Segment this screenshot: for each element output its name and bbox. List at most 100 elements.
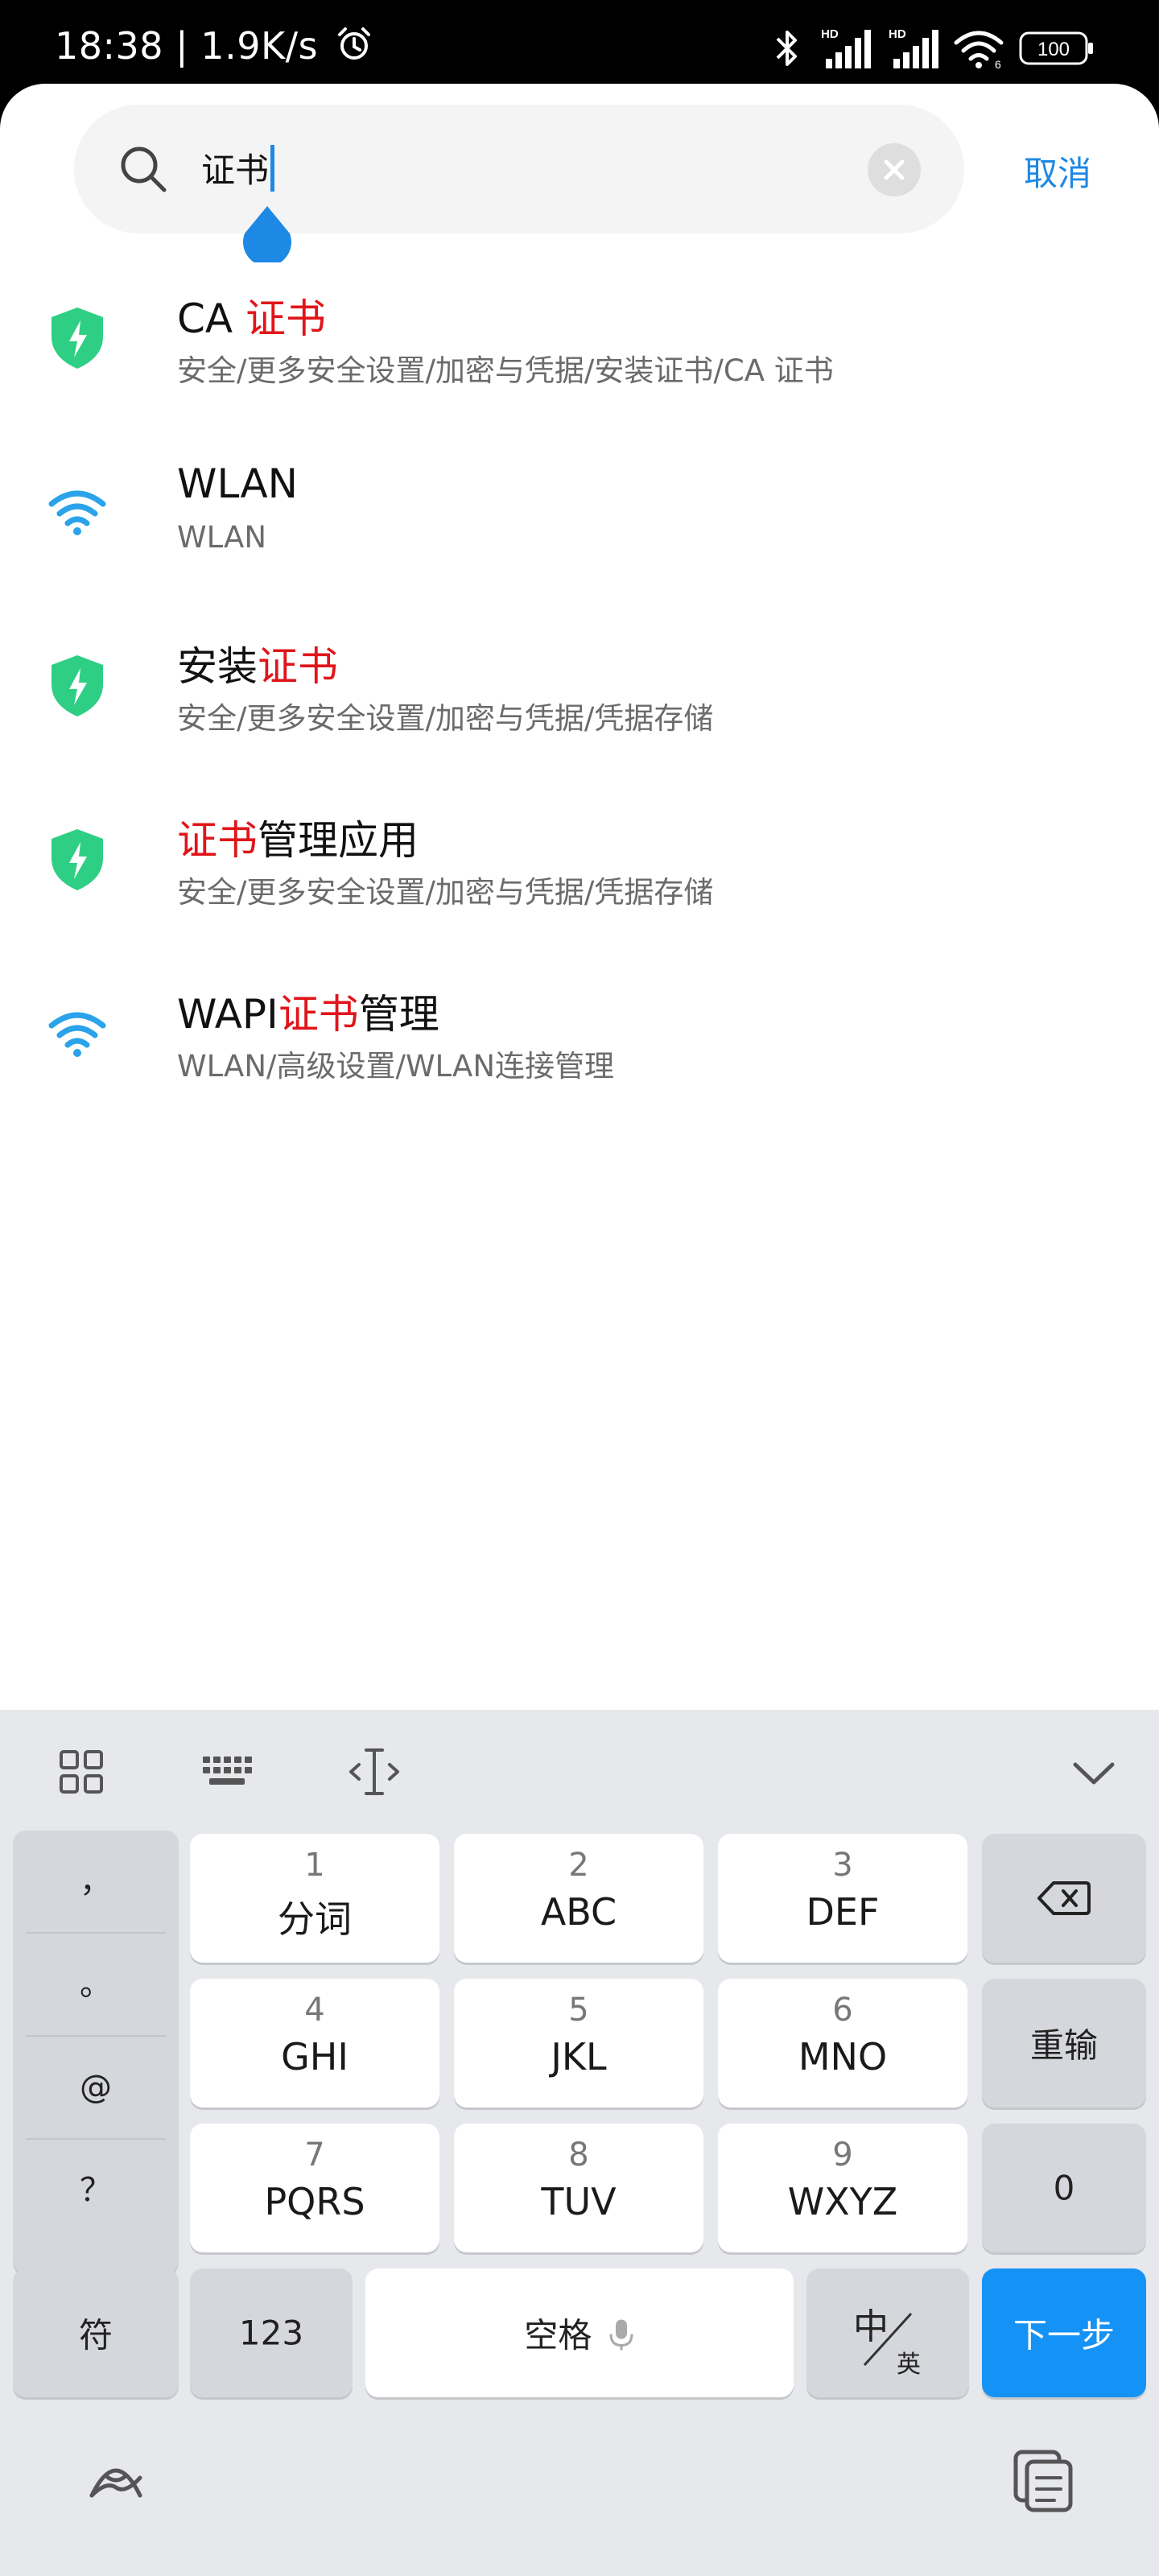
title-part: CA — [177, 295, 246, 342]
key-label: ABC — [540, 1890, 617, 1934]
title-match: 证书 — [177, 817, 258, 864]
result-path: WLAN — [177, 520, 267, 555]
clear-search-button[interactable] — [868, 143, 921, 196]
keyboard-icon[interactable] — [198, 1742, 258, 1802]
key-number: 5 — [568, 1992, 589, 2029]
result-item[interactable]: CA 证书 安全/更多安全设置/加密与凭据/安装证书/CA 证书 — [0, 259, 1159, 420]
key-label: WXYZ — [787, 2180, 898, 2223]
wifi-icon — [48, 490, 106, 535]
status-time-text: 18:38 | 1.9K/s — [55, 24, 319, 68]
number-mode-label: 123 — [238, 2313, 304, 2353]
signal1-label: HD — [821, 27, 839, 41]
status-time: 18:38 | 1.9K/s — [55, 24, 373, 68]
chevron-down-icon[interactable] — [1064, 1742, 1124, 1802]
result-path: 安全/更多安全设置/加密与凭据/凭据存储 — [177, 701, 714, 736]
key-label: GHI — [281, 2035, 349, 2079]
search-icon — [121, 147, 167, 192]
key-7[interactable]: 7 PQRS — [190, 2124, 439, 2252]
bluetooth-icon — [776, 31, 797, 66]
symbol-label: 符 — [78, 2315, 113, 2355]
key-9[interactable]: 9 WXYZ — [718, 2124, 967, 2252]
result-item[interactable]: WLAN WLAN — [0, 433, 1159, 594]
key-number: 1 — [304, 1847, 325, 1884]
key-label: DEF — [806, 1890, 880, 1934]
shield-icon — [52, 655, 103, 716]
result-path: WLAN/高级设置/WLAN连接管理 — [177, 1049, 615, 1084]
title-match: 证书 — [245, 295, 327, 342]
language-switch-key[interactable]: 中 英 — [806, 2268, 969, 2397]
wifi-icon — [48, 1012, 106, 1057]
key-5[interactable]: 5 JKL — [454, 1979, 703, 2107]
reenter-button[interactable]: 重输 — [982, 1979, 1146, 2107]
key-label: 分词 — [278, 1897, 352, 1941]
search-query: 证书 — [201, 151, 270, 190]
title-part: 安装 — [177, 643, 258, 690]
ime-keyboard: ， 。 @ ？ 1 分词 2 ABC 3 DEF 4 GHI 5 JKL 6 M… — [0, 1710, 1159, 2576]
key-label: PQRS — [264, 2180, 365, 2223]
alarm-clock-icon — [338, 27, 371, 60]
zero-label: 0 — [1053, 2168, 1075, 2208]
ime-logo-icon[interactable] — [84, 2446, 148, 2510]
cell-signal-2-icon: HD — [889, 27, 938, 68]
space-label: 空格 — [524, 2315, 592, 2355]
next-step-button[interactable]: 下一步 — [982, 2268, 1146, 2397]
status-icons: HD HD 6 100 — [771, 24, 1095, 72]
key-number: 9 — [832, 2136, 853, 2174]
zero-key[interactable]: 0 — [982, 2124, 1146, 2252]
space-key[interactable]: 空格 — [365, 2268, 794, 2397]
result-title: 安装证书 — [177, 634, 338, 692]
result-item[interactable]: 安装证书 安全/更多安全设置/加密与凭据/凭据存储 — [0, 607, 1159, 768]
cell-signal-1-icon: HD — [821, 27, 871, 68]
search-input[interactable]: 证书 — [201, 143, 275, 192]
key-6[interactable]: 6 MNO — [718, 1979, 967, 2107]
slash-divider — [863, 2312, 913, 2367]
cancel-button[interactable]: 取消 — [1024, 147, 1091, 196]
cursor-icon[interactable] — [344, 1742, 404, 1802]
signal2-label: HD — [889, 27, 906, 41]
status-bar: 18:38 | 1.9K/s HD HD 6 100 — [0, 0, 1159, 89]
shield-icon — [52, 308, 103, 369]
result-title: WLAN — [177, 460, 298, 507]
symbol-key[interactable]: ， — [13, 1831, 179, 1932]
key-4[interactable]: 4 GHI — [190, 1979, 439, 2107]
title-part: 管理应用 — [258, 817, 419, 864]
symbol-column: ， 。 @ ？ — [13, 1831, 179, 2273]
key-number: 2 — [568, 1847, 589, 1884]
key-1[interactable]: 1 分词 — [190, 1834, 439, 1963]
symbol-key[interactable]: @ — [13, 2037, 179, 2138]
key-label: JKL — [551, 2035, 607, 2079]
key-label: MNO — [798, 2035, 888, 2079]
number-mode-key[interactable]: 123 — [190, 2268, 353, 2397]
key-label: TUV — [541, 2180, 617, 2223]
clipboard-icon[interactable] — [1009, 2446, 1077, 2513]
backspace-icon — [1037, 1881, 1091, 1915]
key-3[interactable]: 3 DEF — [718, 1834, 967, 1963]
key-2[interactable]: 2 ABC — [454, 1834, 703, 1963]
title-part: WLAN — [177, 460, 299, 507]
result-item[interactable]: 证书管理应用 安全/更多安全设置/加密与凭据/凭据存储 — [0, 781, 1159, 942]
result-path: 安全/更多安全设置/加密与凭据/凭据存储 — [177, 875, 714, 910]
clear-icon — [884, 159, 905, 180]
wifi-label: 6 — [995, 58, 1001, 70]
next-label: 下一步 — [1013, 2315, 1115, 2355]
grid-icon[interactable] — [52, 1742, 111, 1802]
reenter-label: 重输 — [1029, 2025, 1098, 2066]
search-sheet: 证书 取消 CA 证书 安全/更多安全设置/加密与凭据/安装证书/CA 证书 W… — [0, 84, 1159, 1710]
symbol-key[interactable]: ？ — [13, 2140, 179, 2241]
key-number: 7 — [304, 2136, 325, 2174]
key-number: 3 — [832, 1847, 853, 1884]
title-part: 管理 — [358, 991, 439, 1038]
symbol-key-button[interactable]: 符 — [13, 2268, 179, 2397]
key-8[interactable]: 8 TUV — [454, 2124, 703, 2252]
cursor-handle-icon[interactable] — [240, 206, 295, 262]
result-path: 安全/更多安全设置/加密与凭据/安装证书/CA 证书 — [177, 353, 834, 388]
key-number: 8 — [568, 2136, 589, 2174]
backspace-button[interactable] — [982, 1834, 1146, 1963]
result-title: WAPI证书管理 — [177, 982, 439, 1040]
search-bar[interactable]: 证书 — [74, 105, 964, 262]
key-number: 4 — [304, 1992, 325, 2029]
symbol-key[interactable]: 。 — [13, 1934, 179, 2035]
title-match: 证书 — [258, 643, 338, 690]
result-item[interactable]: WAPI证书管理 WLAN/高级设置/WLAN连接管理 — [0, 955, 1159, 1116]
mic-icon — [609, 2319, 633, 2351]
